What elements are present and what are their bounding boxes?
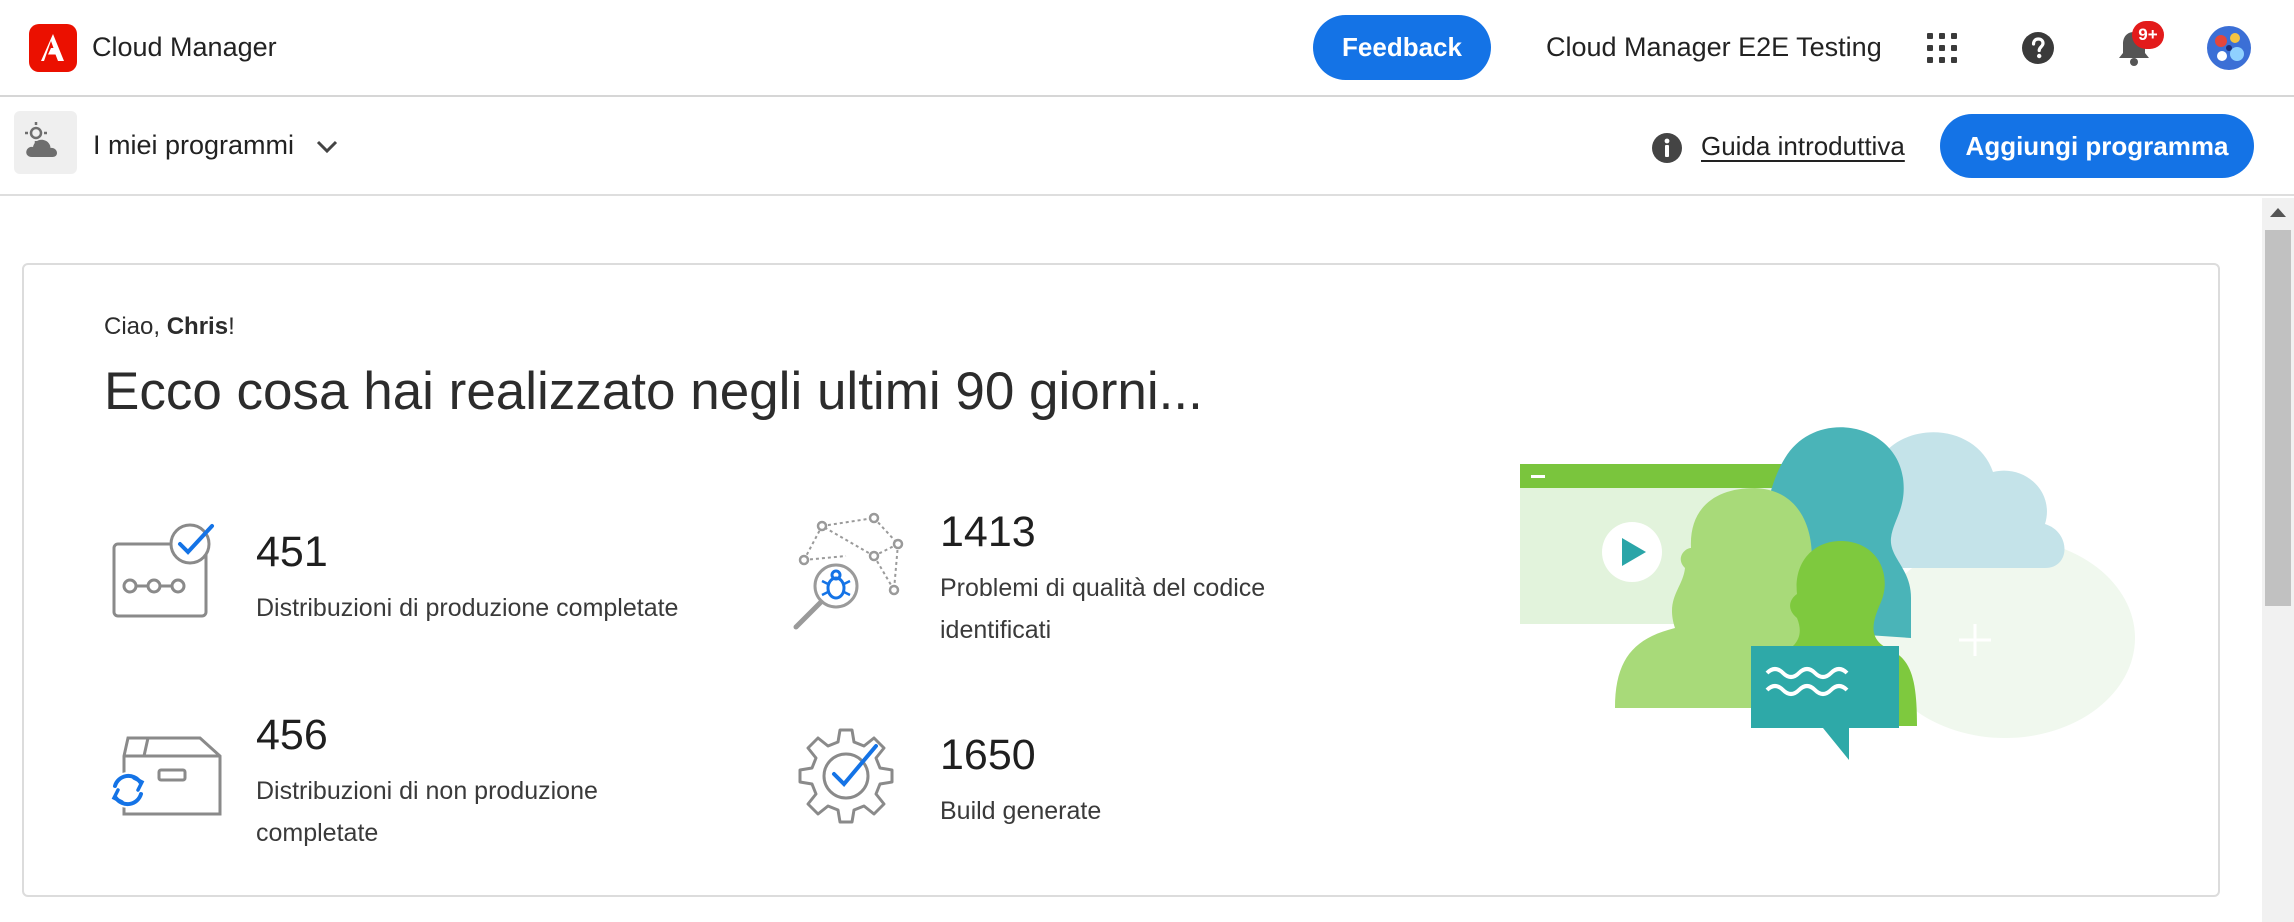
greeting-prefix: Ciao, xyxy=(104,313,167,340)
stat-value: 456 xyxy=(256,711,328,759)
scroll-up-arrow-icon[interactable] xyxy=(2270,208,2286,217)
stat-value: 451 xyxy=(256,528,328,576)
info-icon xyxy=(1650,131,1684,165)
program-cloud-icon xyxy=(14,111,77,174)
program-selector-label: I miei programmi xyxy=(93,130,295,160)
greeting-suffix: ! xyxy=(228,313,235,340)
help-icon[interactable] xyxy=(2020,30,2056,66)
greeting: Ciao, Chris! xyxy=(104,313,235,341)
getting-started-link[interactable]: Guida introduttiva xyxy=(1701,131,1905,162)
scrollbar-thumb[interactable] xyxy=(2265,230,2291,606)
program-selector[interactable]: I miei programmi xyxy=(93,130,338,161)
org-switcher[interactable]: Cloud Manager E2E Testing xyxy=(1546,32,1882,63)
adobe-logo[interactable] xyxy=(29,24,77,72)
app-title[interactable]: Cloud Manager xyxy=(92,32,277,63)
stat-label-line2: completate xyxy=(256,819,379,847)
stat-label: Build generate xyxy=(940,797,1102,825)
stat-label: Distribuzioni di non produzione xyxy=(256,777,598,805)
bug-search-icon xyxy=(790,512,906,637)
chevron-down-icon xyxy=(316,130,338,161)
notification-badge: 9+ xyxy=(2132,21,2164,49)
stat-value: 1650 xyxy=(940,731,1036,779)
avatar[interactable] xyxy=(2206,25,2252,71)
box-refresh-icon xyxy=(104,730,224,821)
add-program-button[interactable]: Aggiungi programma xyxy=(1940,114,2254,178)
stat-label-line2: identificati xyxy=(940,616,1052,644)
gear-check-icon xyxy=(794,724,898,833)
apps-grid-icon[interactable] xyxy=(1924,30,1960,66)
stat-label: Distribuzioni di produzione completate xyxy=(256,594,679,622)
top-header: Cloud Manager Feedback Cloud Manager E2E… xyxy=(0,0,2294,97)
stat-value: 1413 xyxy=(940,508,1036,556)
program-bar: I miei programmi Guida introduttiva Aggi… xyxy=(0,97,2294,196)
user-name: Chris xyxy=(166,313,229,340)
stat-label: Problemi di qualità del codice xyxy=(940,574,1266,602)
page-headline: Ecco cosa hai realizzato negli ultimi 90… xyxy=(104,362,1203,421)
team-illustration xyxy=(1515,408,2135,762)
pipeline-check-icon xyxy=(108,522,218,627)
feedback-button[interactable]: Feedback xyxy=(1313,15,1491,80)
